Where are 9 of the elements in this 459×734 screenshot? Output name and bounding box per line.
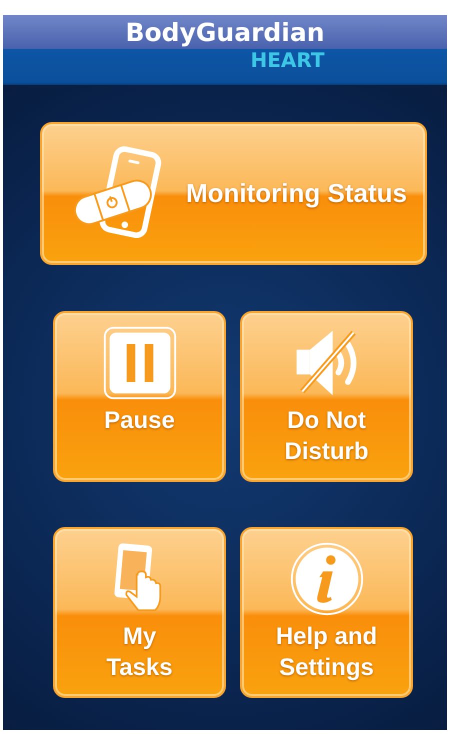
monitoring-status-button[interactable]: Monitoring Status	[40, 122, 427, 265]
menu-tile-button[interactable]: Help and Settings	[240, 527, 413, 698]
menu-tile-button[interactable]: Do Not Disturb	[240, 311, 413, 482]
menu-tile-button[interactable]: Pause	[53, 311, 226, 482]
app-title: BodyGuardian	[125, 18, 325, 48]
app-subtitle: HEART	[250, 48, 325, 72]
pause-icon	[102, 325, 178, 401]
info-icon	[288, 541, 364, 617]
menu-tile-button[interactable]: My Tasks	[53, 527, 226, 698]
